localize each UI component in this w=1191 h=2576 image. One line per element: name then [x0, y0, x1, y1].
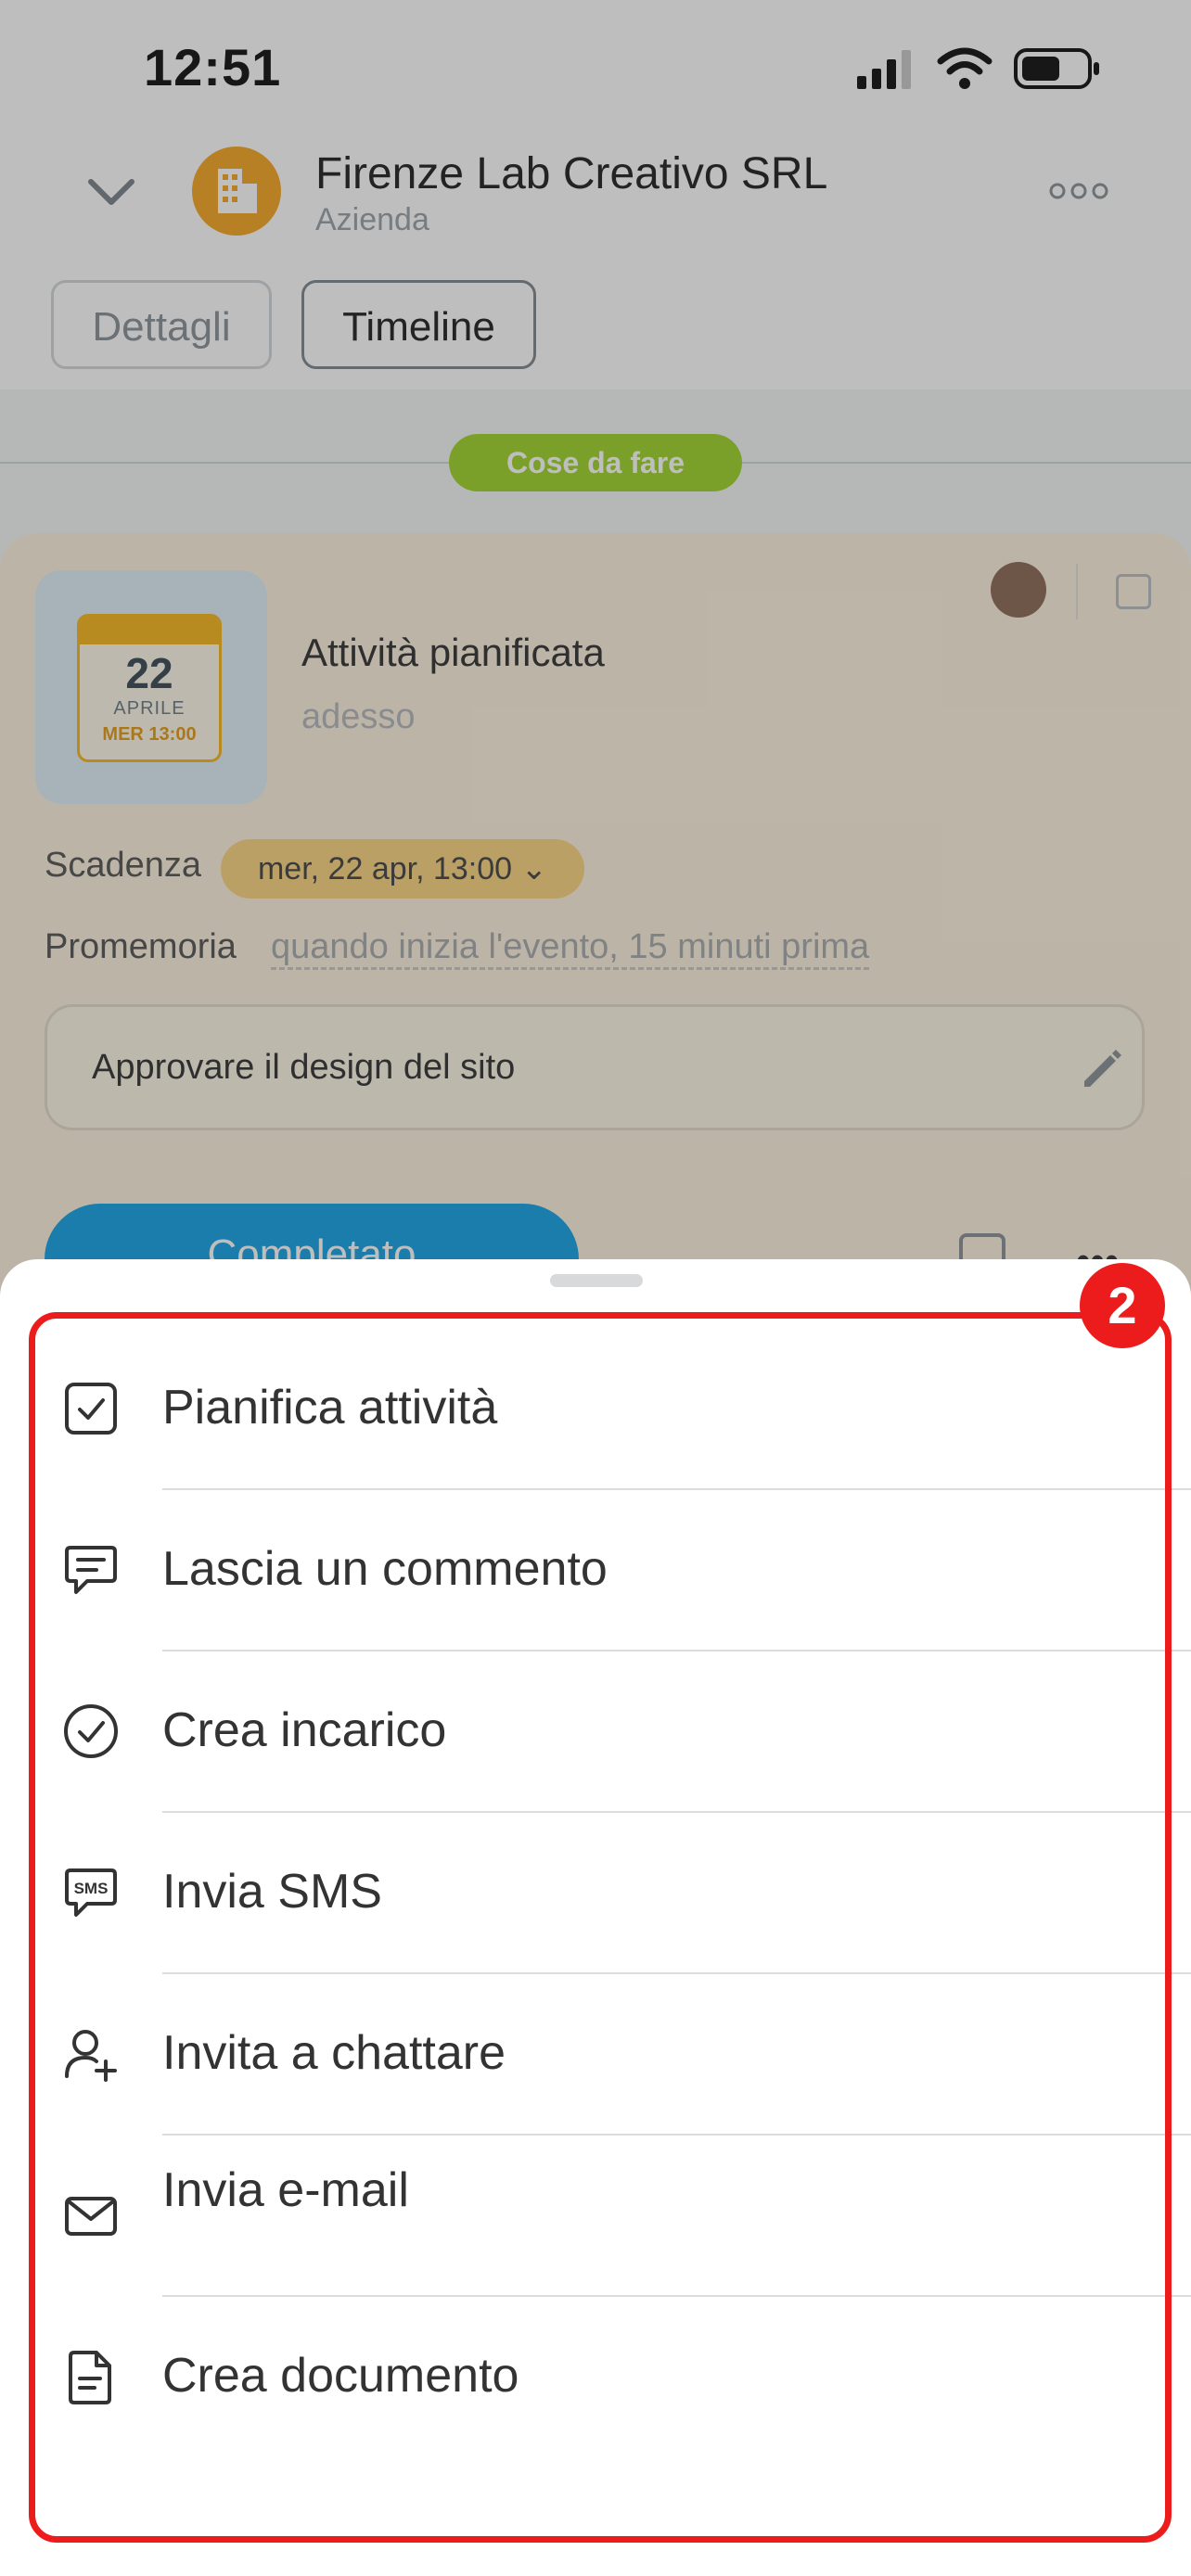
annotation-frame	[29, 1312, 1172, 2543]
sheet-handle[interactable]	[550, 1274, 643, 1287]
annotation-badge: 2	[1080, 1263, 1165, 1348]
